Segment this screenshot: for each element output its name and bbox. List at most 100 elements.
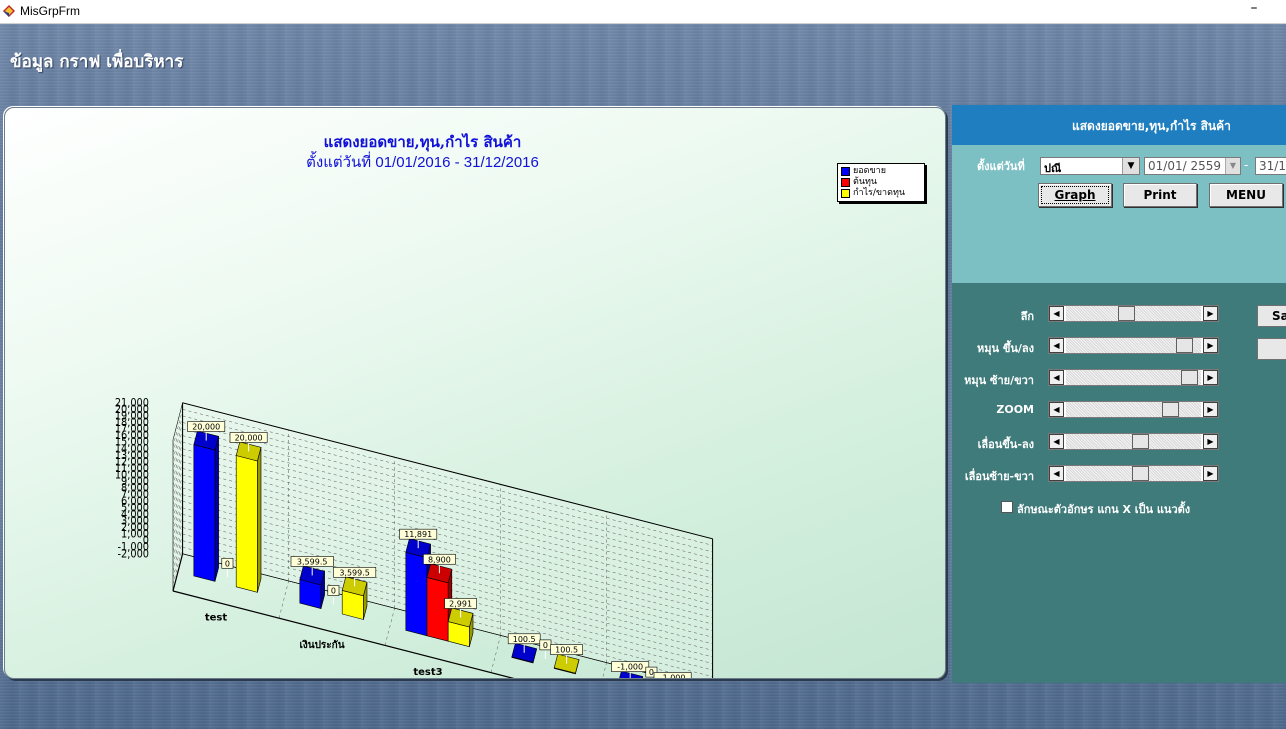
from-date-label: ตั้งแต่วันที่ <box>977 160 1025 173</box>
data-label: 8,900 <box>428 555 451 564</box>
bar-front <box>426 577 449 642</box>
slider-thumb[interactable] <box>1132 466 1149 481</box>
arrow-left-icon[interactable]: ◀ <box>1049 306 1064 321</box>
slider-scrollbar[interactable]: ◀ ▶ <box>1048 337 1219 354</box>
date-to-picker[interactable]: 31/1 <box>1255 157 1286 175</box>
graph-button-label: Graph <box>1054 188 1096 202</box>
menu-button[interactable]: MENU <box>1209 183 1283 207</box>
arrow-right-icon[interactable]: ▶ <box>1203 434 1218 449</box>
data-label: 20,000 <box>235 433 263 442</box>
chart-subtitle: ตั้งแต่วันที่ 01/01/2016 - 31/12/2016 <box>306 154 539 171</box>
data-label: 3,599.5 <box>297 557 328 566</box>
legend-swatch <box>841 167 850 176</box>
gridline <box>384 608 395 646</box>
legend-label: ยอดขาย <box>853 166 887 176</box>
data-label: 3,599.5 <box>339 568 370 577</box>
data-label: 0 <box>225 559 230 568</box>
slider-scrollbar[interactable]: ◀ ▶ <box>1048 369 1219 386</box>
slider-thumb[interactable] <box>1118 306 1135 321</box>
chevron-down-icon[interactable]: ▼ <box>1225 158 1240 174</box>
slider-label: เลื่อนขึ้น-ลง <box>977 438 1034 451</box>
slider-scrollbar[interactable]: ◀ ▶ <box>1048 401 1219 418</box>
arrow-left-icon[interactable]: ◀ <box>1049 402 1064 417</box>
period-combo[interactable]: ปณี ▼ <box>1040 157 1140 175</box>
bar-front <box>235 455 258 593</box>
data-label: 11,891 <box>404 530 432 539</box>
arrow-right-icon[interactable]: ▶ <box>1203 370 1218 385</box>
date-to-value: 31/1 <box>1259 159 1286 173</box>
menu-button-label: MENU <box>1226 188 1266 202</box>
arrow-right-icon[interactable]: ▶ <box>1203 306 1218 321</box>
chevron-down-icon[interactable]: ▼ <box>1122 158 1139 174</box>
slider-track[interactable] <box>1066 402 1201 417</box>
legend-swatch <box>841 189 850 198</box>
page-title: ข้อมูล กราฟ เพื่อบริหาร <box>10 52 184 72</box>
print-button-label: Print <box>1143 188 1177 202</box>
y-tick-label: -2,000 <box>118 547 150 561</box>
app-icon <box>3 5 15 17</box>
chart-legend: ยอดขาย ต้นทุน กำไร/ขาดทุน <box>837 163 925 202</box>
slider-label: หมุน ซ้าย/ขวา <box>964 374 1034 387</box>
legend-label: ต้นทุน <box>853 177 878 187</box>
gridline <box>278 580 289 619</box>
date-from-picker[interactable]: 01/01/ 2559 ▼ <box>1144 157 1241 175</box>
gridline <box>490 635 501 673</box>
data-label: -1,000 <box>617 663 643 672</box>
x-category-label: test3 <box>413 667 442 678</box>
panel-title: แสดงยอดขาย,ทุน,กำไร สินค้า <box>1072 119 1231 133</box>
arrow-left-icon[interactable]: ◀ <box>1049 338 1064 353</box>
title-bar: MisGrpFrm – <box>0 0 1286 24</box>
legend-label: กำไร/ขาดทุน <box>853 188 906 198</box>
minimize-button[interactable]: – <box>1242 0 1266 22</box>
arrow-left-icon[interactable]: ◀ <box>1049 434 1064 449</box>
data-label: 100.5 <box>513 635 536 644</box>
slider-scrollbar[interactable]: ◀ ▶ <box>1048 465 1219 482</box>
legend-item: ต้นทุน <box>841 177 921 188</box>
slider-thumb[interactable] <box>1176 338 1193 353</box>
data-label: -1,000 <box>660 674 686 679</box>
control-panel: แสดงยอดขาย,ทุน,กำไร สินค้า ตั้งแต่วันที่… <box>952 105 1286 683</box>
save-button[interactable]: Sa <box>1257 305 1286 327</box>
slider-label: ZOOM <box>996 403 1034 416</box>
window-title: MisGrpFrm <box>20 4 80 18</box>
data-label: 20,000 <box>192 423 220 432</box>
slider-label: ลึก <box>1020 310 1034 323</box>
data-label: 2,991 <box>449 599 472 608</box>
print-button[interactable]: Print <box>1123 183 1197 207</box>
arrow-left-icon[interactable]: ◀ <box>1049 370 1064 385</box>
period-combo-value: ปณี <box>1044 162 1062 175</box>
data-label: 0 <box>649 668 654 677</box>
chart-side-wall <box>172 402 183 592</box>
slider-scrollbar[interactable]: ◀ ▶ <box>1048 433 1219 450</box>
slider-label: เลื่อนซ้าย-ขวา <box>964 470 1034 483</box>
bar-front <box>193 444 216 582</box>
graph-button[interactable]: Graph <box>1038 183 1112 207</box>
bar-side <box>257 447 262 593</box>
arrow-right-icon[interactable]: ▶ <box>1203 402 1218 417</box>
x-category-label: เงินประกัน <box>299 639 344 651</box>
slider-thumb[interactable] <box>1181 370 1198 385</box>
arrow-right-icon[interactable]: ▶ <box>1203 338 1218 353</box>
panel-header: แสดงยอดขาย,ทุน,กำไร สินค้า <box>952 105 1286 145</box>
slider-label: หมุน ขึ้น/ลง <box>976 342 1034 355</box>
vertical-xaxis-label: ลักษณะตัวอักษร แกน X เป็น แนวตั้ง <box>1017 503 1191 516</box>
arrow-right-icon[interactable]: ▶ <box>1203 466 1218 481</box>
legend-item: กำไร/ขาดทุน <box>841 188 921 199</box>
chart-svg: 21,00020,00019,00018,00017,00016,00015,0… <box>115 396 714 679</box>
slider-scrollbar[interactable]: ◀ ▶ <box>1048 305 1219 322</box>
data-label: 0 <box>331 586 336 595</box>
x-category-label: test <box>205 613 228 624</box>
side-button[interactable] <box>1257 338 1286 360</box>
legend-item: ยอดขาย <box>841 166 921 177</box>
data-label: 0 <box>543 641 548 650</box>
vertical-xaxis-checkbox[interactable] <box>1001 501 1013 513</box>
slider-thumb[interactable] <box>1162 402 1179 417</box>
data-label: 100.5 <box>555 646 578 655</box>
chart-frame: แสดงยอดขาย,ทุน,กำไร สินค้า ตั้งแต่วันที่… <box>4 107 946 679</box>
arrow-left-icon[interactable]: ◀ <box>1049 466 1064 481</box>
slider-thumb[interactable] <box>1132 434 1149 449</box>
bar-side <box>214 436 219 582</box>
gridline <box>602 662 607 678</box>
bar-front <box>405 551 428 637</box>
date-separator: - <box>1244 158 1249 172</box>
